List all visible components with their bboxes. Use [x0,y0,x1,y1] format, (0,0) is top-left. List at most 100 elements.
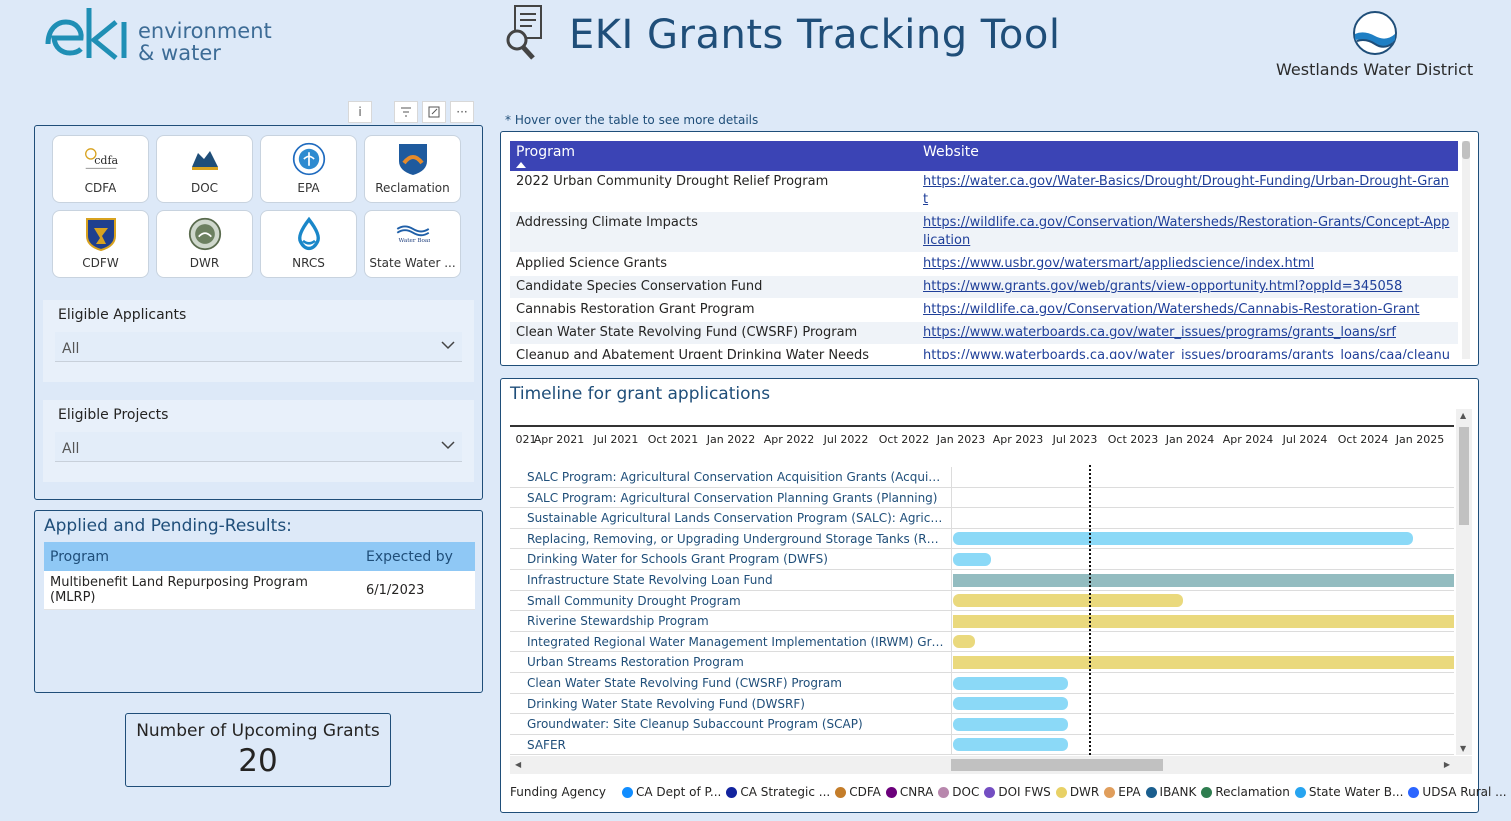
timeline-row-label: Sustainable Agricultural Lands Conservat… [510,508,952,528]
agency-tile-epa[interactable]: EPA [260,135,357,203]
axis-tick-label: Apr 2023 [992,433,1044,446]
agency-tile-state-water[interactable]: Water Boards State Water ... [364,210,461,278]
timeline-row[interactable]: SAFER [510,734,1454,756]
website-link[interactable]: https://www.usbr.gov/watersmart/applieds… [923,256,1314,271]
timeline-row[interactable]: Sustainable Agricultural Lands Conservat… [510,508,1454,529]
axis-tick-label: Jul 2022 [823,433,869,446]
website-link[interactable]: https://www.grants.gov/web/grants/view-o… [923,279,1402,294]
timeline-bar[interactable] [953,614,1454,628]
website-link[interactable]: https://water.ca.gov/Water-Basics/Drough… [923,174,1449,207]
timeline-bar[interactable] [953,655,1454,669]
table-row[interactable]: Multibenefit Land Repurposing Program (M… [44,571,475,610]
timeline-row[interactable]: Drinking Water State Revolving Fund (DWS… [510,693,1454,715]
page-title: EKI Grants Tracking Tool [569,12,1061,58]
visual-header: i ··· [348,101,474,123]
eki-logo [44,4,130,62]
table-row[interactable]: Candidate Species Conservation Fund https… [510,275,1458,299]
scrollbar-thumb[interactable] [951,759,1163,771]
legend-item[interactable]: UDSA Rural ... [1408,785,1507,799]
table-row[interactable]: Clean Water State Revolving Fund (CWSRF)… [510,321,1458,345]
column-header-program[interactable]: Program [44,542,360,571]
axis-tick-label: Jan 2024 [1165,433,1215,446]
timeline-bar[interactable] [953,717,1068,731]
timeline-bar[interactable] [953,676,1068,690]
website-cell: https://water.ca.gov/Water-Basics/Drough… [917,171,1458,212]
agency-tile-doc[interactable]: DOC [156,135,253,203]
table-row[interactable]: Cannabis Restoration Grant Program https:… [510,298,1458,322]
scroll-left-icon[interactable]: ◀ [515,760,521,769]
timeline-row[interactable]: Infrastructure State Revolving Loan Fund [510,570,1454,591]
legend-item[interactable]: CA Strategic ... [726,785,830,799]
timeline-bar[interactable] [953,738,1068,752]
timeline-row[interactable]: Urban Streams Restoration Program [510,652,1454,673]
table-row[interactable]: Addressing Climate Impacts https://wildli… [510,211,1458,253]
scrollbar-thumb[interactable] [1459,427,1469,525]
timeline-row[interactable]: SALC Program: Agricultural Conservation … [510,467,1454,488]
timeline-row[interactable]: Riverine Stewardship Program [510,611,1454,632]
agency-tile-cdfw[interactable]: CDFW [52,210,149,278]
legend-item[interactable]: DWR [1055,785,1099,799]
timeline-row[interactable]: SALC Program: Agricultural Conservation … [510,487,1454,509]
timeline-row[interactable]: Drinking Water for Schools Grant Program… [510,549,1454,570]
timeline-bar[interactable] [953,552,992,566]
scroll-up-icon[interactable]: ▲ [1460,411,1466,420]
timeline-row[interactable]: Small Community Drought Program [510,590,1454,612]
program-table-viewport: Program Website 2022 Urban Community Dro… [510,141,1458,359]
column-header-website[interactable]: Website [917,141,1458,171]
legend-item[interactable]: CDFA [835,785,881,799]
info-icon[interactable]: i [348,101,372,123]
applied-title: Applied and Pending-Results: [44,516,292,536]
website-link[interactable]: https://www.waterboards.ca.gov/water_iss… [923,325,1396,340]
scroll-down-icon[interactable]: ▼ [1460,744,1466,753]
website-link[interactable]: https://www.waterboards.ca.gov/water_iss… [923,348,1450,359]
legend-item[interactable]: IBANK [1145,785,1197,799]
legend-label: IBANK [1159,785,1197,799]
timeline-horizontal-scrollbar[interactable]: ◀ ▶ [510,756,1472,774]
agency-tile-nrcs[interactable]: NRCS [260,210,357,278]
scrollbar-thumb[interactable] [1462,141,1470,159]
expected-cell: 6/1/2023 [360,571,475,610]
legend-item[interactable]: State Water B... [1294,785,1404,799]
timeline-bar[interactable] [953,635,975,649]
timeline-bar[interactable] [953,594,1183,608]
legend-item[interactable]: EPA [1104,785,1141,799]
table-row[interactable]: Cleanup and Abatement Urgent Drinking Wa… [510,344,1458,359]
more-options-icon[interactable]: ··· [450,101,474,123]
scroll-right-icon[interactable]: ▶ [1444,760,1450,769]
timeline-row[interactable]: Replacing, Removing, or Upgrading Underg… [510,528,1454,550]
timeline-row-label: SALC Program: Agricultural Conservation … [510,467,952,487]
program-table: Program Website 2022 Urban Community Dro… [510,141,1458,359]
website-link[interactable]: https://wildlife.ca.gov/Conservation/Wat… [923,302,1420,317]
timeline-row[interactable]: Integrated Regional Water Management Imp… [510,631,1454,653]
table-row[interactable]: Applied Science Grants https://www.usbr.g… [510,252,1458,276]
legend-item[interactable]: CNRA [885,785,933,799]
legend-item[interactable]: Reclamation [1201,785,1290,799]
timeline-bar[interactable] [953,697,1068,711]
column-header-program[interactable]: Program [510,141,917,171]
timeline-bar[interactable] [953,573,1454,587]
legend-label: State Water B... [1308,785,1404,799]
legend-title: Funding Agency [510,785,606,799]
eligible-applicants-dropdown[interactable]: All [55,332,462,362]
agency-tile-dwr[interactable]: DWR [156,210,253,278]
timeline-row[interactable]: Clean Water State Revolving Fund (CWSRF)… [510,673,1454,694]
agency-tile-cdfa[interactable]: cdfa CDFA [52,135,149,203]
slicer-title: Eligible Applicants [58,307,187,323]
eligible-projects-dropdown[interactable]: All [55,432,462,462]
legend-item[interactable]: CA Dept of P... [621,785,721,799]
column-header-expected[interactable]: Expected by [360,542,475,571]
timeline-row-label: Drinking Water for Schools Grant Program… [510,549,952,569]
focus-mode-icon[interactable] [422,101,446,123]
legend-item[interactable]: DOC [938,785,979,799]
table-row[interactable]: 2022 Urban Community Drought Relief Prog… [510,171,1458,212]
filter-icon[interactable] [394,101,418,123]
legend-dot [621,786,633,798]
timeline-row[interactable]: Groundwater: Site Cleanup Subaccount Pro… [510,714,1454,735]
timeline-bar[interactable] [953,532,1413,546]
timeline-vertical-scrollbar[interactable]: ▲ ▼ [1456,409,1472,755]
agency-tile-reclamation[interactable]: Reclamation [364,135,461,203]
website-link[interactable]: https://wildlife.ca.gov/Conservation/Wat… [923,215,1449,248]
table-scrollbar[interactable] [1462,141,1470,359]
legend-item[interactable]: DOI FWS [984,785,1051,799]
program-cell: Cleanup and Abatement Urgent Drinking Wa… [510,344,917,359]
